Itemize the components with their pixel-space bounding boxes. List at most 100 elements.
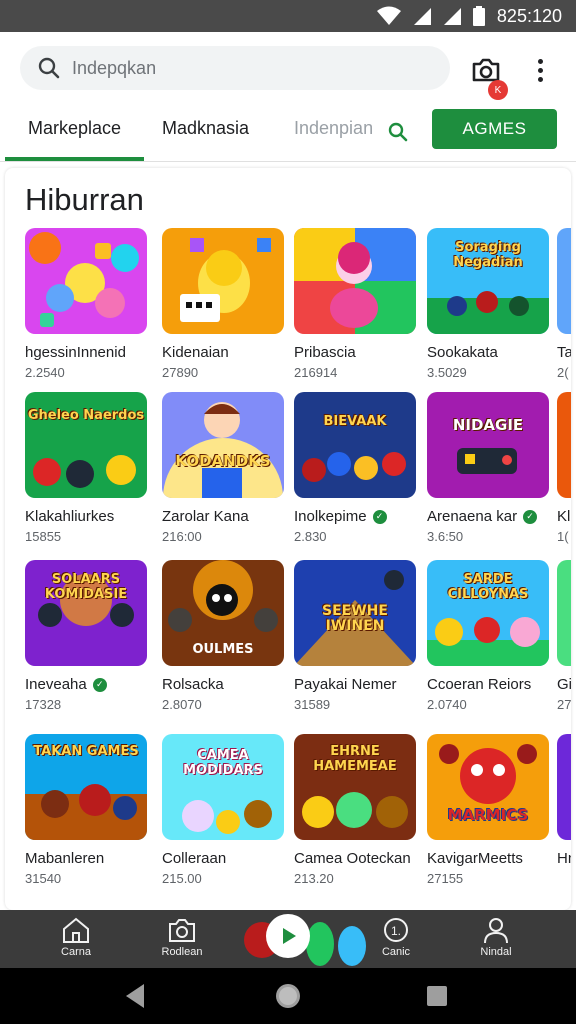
- app-name: Arenaena kar ✓: [427, 508, 557, 525]
- app-card[interactable]: BIEVAAK Inolkepime ✓ 2.830: [294, 392, 424, 544]
- app-card[interactable]: Soraging Negadian Sookakata 3.5029: [427, 228, 557, 380]
- tab-madknasia[interactable]: Madknasia: [162, 118, 249, 139]
- wifi-icon: [376, 6, 401, 25]
- home-circle-icon[interactable]: [274, 982, 302, 1010]
- app-size: 15855: [25, 529, 62, 544]
- bottom-nav: Carna Rodlean 1. Canic Nindal: [0, 910, 576, 968]
- app-card[interactable]: OULMES Rolsacka 2.8070: [162, 560, 292, 712]
- search-input[interactable]: [72, 57, 412, 79]
- app-card[interactable]: MARMICS KavigarMeetts 27155: [427, 734, 557, 886]
- app-card[interactable]: TAKAN GAMES Mabanleren 31540: [25, 734, 155, 886]
- app-thumbnail: SOLAARS KOMIDASIE: [25, 560, 147, 666]
- app-card[interactable]: Kl 1(: [557, 392, 571, 544]
- app-thumbnail: OULMES: [162, 560, 284, 666]
- home-icon: [63, 917, 89, 943]
- app-name: Hn✓: [557, 850, 571, 867]
- section-title: Hiburran: [25, 182, 144, 217]
- thumb-title: CAMEA MODIDARS: [183, 748, 263, 778]
- app-card[interactable]: KODANDKS Zarolar Kana 216:00: [162, 392, 292, 544]
- app-thumbnail: Gheleo Naerdos: [25, 392, 147, 498]
- app-size: 2.0740: [427, 697, 467, 712]
- app-size: 2.2540: [25, 365, 65, 380]
- thumb-title: Soraging Negadian: [453, 240, 523, 270]
- app-thumbnail: [162, 228, 284, 334]
- recents-icon[interactable]: [426, 982, 448, 1010]
- app-thumbnail: [294, 228, 416, 334]
- nav-label: Canic: [381, 946, 411, 958]
- app-name: Zarolar Kana: [162, 508, 249, 525]
- app-card[interactable]: Kidenaian 27890: [162, 228, 292, 380]
- games-button[interactable]: AGMES: [432, 109, 557, 149]
- app-size: 27890: [162, 365, 199, 380]
- tab-indenpian[interactable]: Indenpian: [294, 118, 373, 139]
- app-thumbnail: Soraging Negadian: [427, 228, 549, 334]
- app-size: 216914: [294, 365, 338, 380]
- app-card[interactable]: NIDAGIE Arenaena kar ✓ 3.6:50: [427, 392, 557, 544]
- nav-label: Rodlean: [161, 946, 203, 958]
- app-name: Sookakata: [427, 344, 498, 361]
- thumb-title: SARDE CILLOYNAS: [447, 572, 529, 602]
- content-card: Hiburran hgessinInnenid 2.2540 Kidenaian…: [5, 168, 571, 910]
- app-thumbnail: SARDE CILLOYNAS: [427, 560, 549, 666]
- app-card[interactable]: SEEWHE IWINEN Payakai Nemer 31589: [294, 560, 424, 712]
- nav-item-canic[interactable]: 1. Canic: [356, 916, 436, 958]
- play-button[interactable]: [266, 914, 310, 958]
- nav-item-rodlean[interactable]: Rodlean: [142, 916, 222, 958]
- verified-icon: ✓: [523, 509, 538, 524]
- app-size: 2(: [557, 365, 569, 380]
- app-name: Camea Ooteckan: [294, 850, 411, 867]
- verified-icon: ✓: [372, 509, 387, 524]
- app-name: Mabanleren: [25, 850, 105, 867]
- nav-label: Nindal: [480, 946, 512, 958]
- app-name: Colleraan: [162, 850, 227, 867]
- app-card[interactable]: Gia 27: [557, 560, 571, 712]
- back-icon[interactable]: [124, 982, 148, 1010]
- app-size: 3.6:50: [427, 529, 464, 544]
- app-thumbnail: NIDAGIE: [427, 392, 549, 498]
- app-size: 2.8070: [162, 697, 202, 712]
- svg-text:1.: 1.: [391, 924, 401, 938]
- app-name: Inolkepime ✓: [294, 508, 424, 525]
- nav-item-carna[interactable]: Carna: [36, 916, 116, 958]
- nav-label: Carna: [61, 946, 91, 958]
- app-card[interactable]: EHRNE HAMEMEAE Camea Ooteckan 213.20: [294, 734, 424, 886]
- app-name: Gia: [557, 676, 571, 693]
- person-icon: [484, 918, 508, 944]
- app-name: hgessinInnenid: [25, 344, 126, 361]
- app-card[interactable]: Ta 2(: [557, 228, 571, 380]
- app-size: 31540: [25, 871, 62, 886]
- app-name: Ineveaha ✓: [25, 676, 155, 693]
- app-card[interactable]: SOLAARS KOMIDASIE Ineveaha ✓ 17328: [25, 560, 155, 712]
- app-name: Payakai Nemer: [294, 676, 397, 693]
- app-card[interactable]: Gheleo Naerdos Klakahliurkes 15855: [25, 392, 155, 544]
- app-name: Pribascia: [294, 344, 356, 361]
- nav-item-nindal[interactable]: Nindal: [456, 916, 536, 958]
- app-card[interactable]: hgessinInnenid 2.2540: [25, 228, 155, 380]
- app-thumbnail: KODANDKS: [162, 392, 284, 498]
- tab-bar: Markeplace Madknasia Indenpian AGMES: [0, 104, 576, 162]
- thumb-title: EHRNE HAMEMEAE: [313, 744, 397, 774]
- thumb-title: Gheleo Naerdos: [27, 408, 145, 423]
- app-card[interactable]: Pribascia 216914: [294, 228, 424, 380]
- app-card[interactable]: SARDE CILLOYNAS Ccoeran Reiors 2.0740: [427, 560, 557, 712]
- app-size: 213.20: [294, 871, 334, 886]
- app-thumbnail: EHRNE HAMEMEAE: [294, 734, 416, 840]
- app-size: 31589: [294, 697, 331, 712]
- notification-badge: K: [488, 80, 508, 100]
- app-name: Kidenaian: [162, 344, 229, 361]
- play-icon: [283, 928, 296, 944]
- info-icon: 1.: [384, 918, 408, 942]
- more-options-button[interactable]: [530, 54, 550, 86]
- app-size: 27: [557, 697, 571, 712]
- status-bar: 825:120: [0, 0, 576, 32]
- app-card[interactable]: Hn✓: [557, 734, 571, 871]
- tab-marketplace[interactable]: Markeplace: [28, 118, 121, 139]
- app-name: KavigarMeetts: [427, 850, 523, 867]
- app-name: Ccoeran Reiors: [427, 676, 532, 693]
- app-card[interactable]: CAMEA MODIDARS Colleraan 215.00: [162, 734, 292, 886]
- signal-icon-2: [443, 8, 461, 25]
- app-size: 1(: [557, 529, 569, 544]
- tab-search-icon[interactable]: [388, 122, 408, 142]
- app-name: Ta: [557, 344, 571, 361]
- search-box[interactable]: [20, 46, 450, 90]
